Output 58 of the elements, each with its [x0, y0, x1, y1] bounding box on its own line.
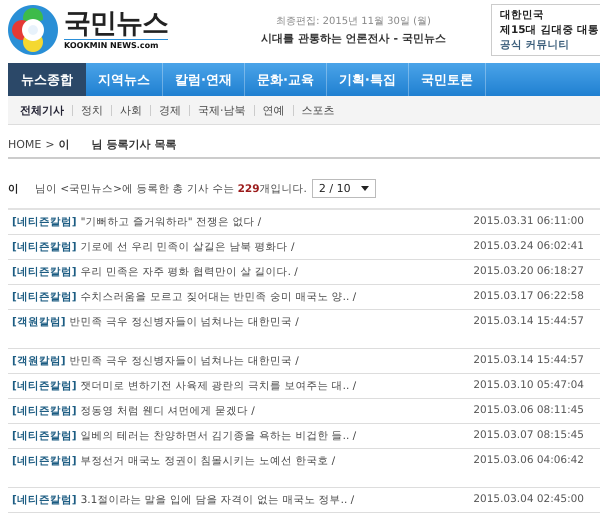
author-name: 이	[8, 182, 19, 196]
article-title[interactable]: 3.1절이라는 말을 입에 담을 자격이 없는 매국노 정부.. /	[80, 493, 354, 507]
article-category[interactable]: [네티즌칼럼]	[12, 265, 77, 279]
article-date: 2015.03.24 06:02:41	[473, 240, 584, 252]
slogan: 시대를 관통하는 언론전사 - 국민뉴스	[261, 31, 446, 46]
article-category[interactable]: [네티즌칼럼]	[12, 404, 77, 418]
nav-tab[interactable]: 뉴스종합	[8, 63, 86, 96]
article-category[interactable]: [네티즌칼럼]	[12, 379, 77, 393]
article-title[interactable]: "기뻐하고 즐거워하라" 전쟁은 없다 /	[80, 215, 262, 229]
subnav-link[interactable]: 연예	[254, 104, 294, 116]
article-category[interactable]: [네티즌칼럼]	[12, 290, 77, 304]
article-category[interactable]: [객원칼럼]	[12, 315, 66, 329]
logo-title: 국민뉴스	[64, 10, 168, 37]
subnav-link[interactable]: 국제·남북	[190, 104, 254, 116]
article-date: 2015.03.06 04:06:42	[473, 454, 584, 466]
banner-text: 제15대 김대중 대통	[500, 23, 600, 37]
breadcrumb-home[interactable]: HOME	[8, 138, 42, 151]
author-name: 이	[58, 137, 70, 152]
banner-text: 대한민국	[500, 8, 545, 22]
article-date: 2015.03.31 06:11:00	[473, 215, 584, 227]
article-date: 2015.03.14 15:44:57	[473, 354, 584, 366]
article-date: 2015.03.07 08:15:45	[473, 429, 584, 441]
article-date: 2015.03.20 06:18:27	[473, 265, 584, 277]
article-date: 2015.03.04 02:45:00	[473, 493, 584, 505]
banner-text: 공식 커뮤니티	[500, 38, 571, 52]
article-category[interactable]: [네티즌칼럼]	[12, 493, 77, 507]
article-title[interactable]: 수치스러움을 모르고 짖어대는 반민족 숭미 매국노 양.. /	[80, 290, 356, 304]
subnav-link[interactable]: 정치	[73, 104, 112, 116]
page-select[interactable]: 2 / 10	[312, 179, 376, 198]
article-title[interactable]: 부정선거 매국노 정권이 침몰시키는 노예선 한국호 /	[80, 454, 336, 468]
subnav-link[interactable]: 경제	[151, 104, 190, 116]
subnav-link[interactable]: 전체기사	[20, 104, 73, 116]
article-title[interactable]: 일베의 테러는 찬양하면서 김기종을 욕하는 비겁한 들.. /	[80, 429, 356, 443]
article-title[interactable]: 반민족 극우 정신병자들이 넘쳐나는 대한민국 /	[70, 354, 299, 368]
caret-icon	[360, 186, 369, 191]
article-category[interactable]: [네티즌칼럼]	[12, 454, 77, 468]
banner[interactable]: 대한민국 제15대 김대중 대통 공식 커뮤니티	[491, 4, 600, 56]
edit-date: 최종편집: 2015년 11월 30일 (월)	[276, 15, 431, 28]
breadcrumb-separator: >	[45, 138, 55, 151]
article-count-text: 님이 <국민뉴스>에 등록한 총 기사 수는 229개입니다.	[35, 182, 307, 196]
article-title[interactable]: 우리 민족은 자주 평화 협력만이 살 길이다. /	[80, 265, 298, 279]
article-title[interactable]: 잿더미로 변하기전 사육제 광란의 극치를 보여주는 대.. /	[80, 379, 356, 393]
article-date: 2015.03.10 05:47:04	[473, 379, 584, 391]
page-title: 님 등록기사 목록	[92, 137, 176, 152]
subnav-link[interactable]: 스포츠	[294, 104, 342, 116]
article-category[interactable]: [네티즌칼럼]	[12, 215, 77, 229]
subnav-link[interactable]: 사회	[112, 104, 151, 116]
article-date: 2015.03.17 06:22:58	[473, 290, 584, 302]
article-category[interactable]: [네티즌칼럼]	[12, 429, 77, 443]
article-category[interactable]: [네티즌칼럼]	[12, 240, 77, 254]
logo-drawing	[6, 4, 60, 56]
article-date: 2015.03.06 08:11:45	[473, 404, 584, 416]
article-title[interactable]: 기로에 선 우리 민족이 살길은 남북 평화다 /	[80, 240, 295, 254]
article-category[interactable]: [객원칼럼]	[12, 354, 66, 368]
logo-subtitle: KOOKMIN NEWS.com	[64, 39, 168, 50]
article-date: 2015.03.14 15:44:57	[473, 315, 584, 327]
article-title[interactable]: 정동영 처럼 웬디 셔먼에게 묻겠다 /	[80, 404, 255, 418]
article-title[interactable]: 반민족 극우 정신병자들이 넘쳐나는 대한민국 /	[70, 315, 299, 329]
